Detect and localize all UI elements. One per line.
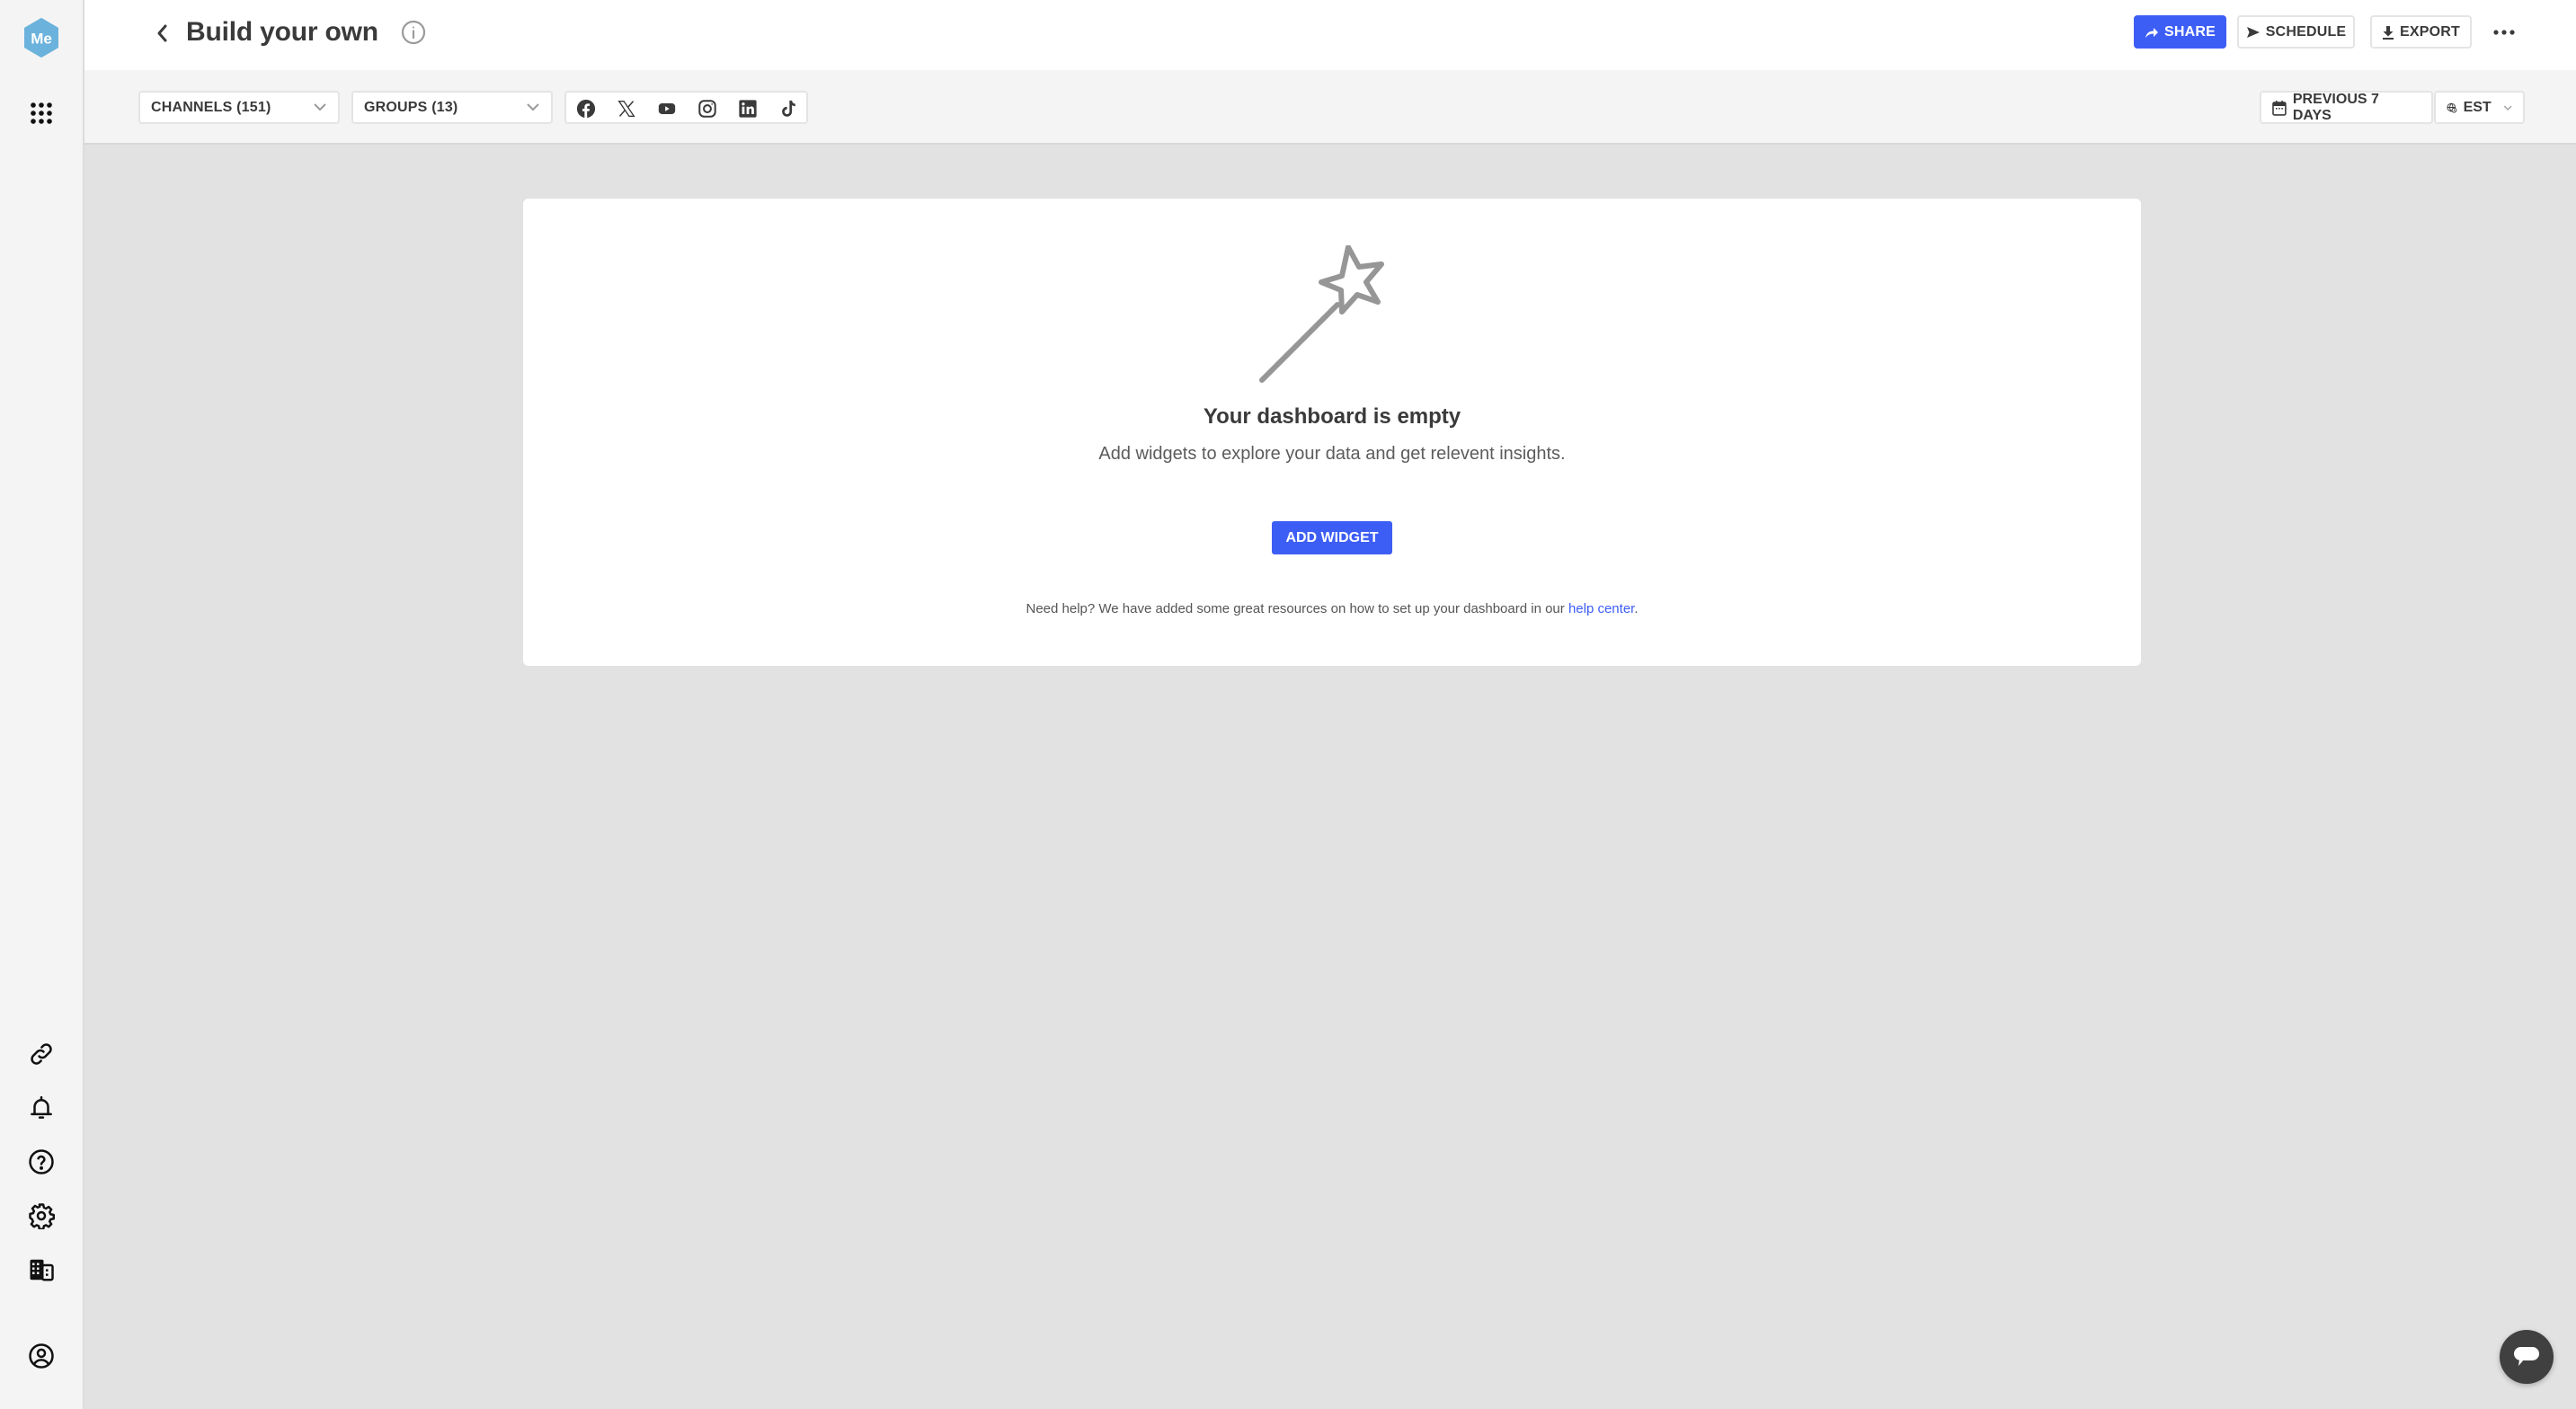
info-button[interactable]: [401, 20, 426, 45]
sidebar-item-apps[interactable]: [0, 91, 83, 136]
facebook-icon: [576, 99, 596, 119]
page-header: Build your own SHARE SCHEDULE EXPORT: [84, 0, 2576, 70]
youtube-icon: [658, 103, 676, 114]
more-options-button[interactable]: [2486, 18, 2522, 47]
back-button[interactable]: [149, 18, 176, 49]
add-widget-button[interactable]: ADD WIDGET: [1272, 521, 1392, 554]
empty-dashboard-card: Your dashboard is empty Add widgets to e…: [523, 199, 2141, 666]
network-youtube[interactable]: [656, 98, 678, 120]
channels-label: CHANNELS (151): [151, 99, 271, 115]
user-circle-icon: [29, 1343, 54, 1369]
x-twitter-icon: [617, 101, 635, 117]
sidebar-item-links[interactable]: [0, 1032, 83, 1077]
calendar-icon: [2272, 100, 2287, 116]
magic-wand-icon: [1259, 245, 1384, 383]
link-icon: [31, 1043, 52, 1065]
share-button[interactable]: SHARE: [2134, 15, 2226, 49]
sidebar: Me: [0, 0, 84, 1409]
help-text-prefix: Need help? We have added some great reso…: [1026, 601, 1568, 616]
date-range-label: PREVIOUS 7 DAYS: [2292, 91, 2379, 123]
network-facebook[interactable]: [575, 98, 597, 120]
network-tiktok[interactable]: [777, 98, 799, 120]
linkedin-icon: [739, 100, 757, 118]
export-label: EXPORT: [2400, 23, 2460, 40]
help-text: Need help? We have added some great reso…: [523, 601, 2141, 616]
app-logo[interactable]: Me: [0, 15, 83, 60]
building-icon: [30, 1259, 54, 1281]
filter-bar: CHANNELS (151) GROUPS (13) PREVIOUS 7 DA…: [84, 70, 2576, 145]
logo-hexagon-icon: Me: [24, 18, 58, 58]
export-button[interactable]: EXPORT: [2370, 15, 2472, 49]
more-horizontal-icon: [2493, 30, 2515, 35]
chevron-left-icon: [157, 24, 167, 42]
info-icon: [401, 20, 426, 45]
timezone-label: EST: [2463, 99, 2492, 115]
sidebar-item-organization[interactable]: [0, 1247, 83, 1292]
channels-dropdown[interactable]: CHANNELS (151): [138, 91, 340, 124]
schedule-label: SCHEDULE: [2265, 23, 2347, 40]
network-linkedin[interactable]: [737, 98, 759, 120]
empty-state-subtitle: Add widgets to explore your data and get…: [1098, 444, 1566, 464]
sidebar-item-help[interactable]: [0, 1139, 83, 1184]
page-title: Build your own: [186, 17, 378, 47]
tiktok-icon: [782, 100, 795, 117]
instagram-icon: [698, 100, 716, 118]
groups-label: GROUPS (13): [364, 99, 458, 115]
grid-icon: [31, 102, 52, 124]
bell-icon: [31, 1095, 52, 1119]
chevron-down-icon: [314, 103, 326, 111]
date-range-button[interactable]: PREVIOUS 7 DAYS: [2260, 91, 2433, 124]
empty-state-title: Your dashboard is empty: [1203, 404, 1461, 429]
globe-clock-icon: [2447, 102, 2457, 113]
schedule-button[interactable]: SCHEDULE: [2237, 15, 2355, 49]
network-x[interactable]: [616, 98, 637, 120]
sidebar-item-profile[interactable]: [0, 1334, 83, 1378]
network-instagram[interactable]: [697, 98, 718, 120]
chat-bubble-icon: [2514, 1347, 2539, 1366]
chevron-down-icon: [527, 103, 539, 111]
sidebar-item-settings[interactable]: [0, 1193, 83, 1238]
sidebar-item-notifications[interactable]: [0, 1086, 83, 1130]
timezone-dropdown[interactable]: EST: [2434, 91, 2525, 124]
chat-launcher-button[interactable]: [2500, 1330, 2554, 1384]
help-text-suffix: .: [1634, 601, 1639, 616]
help-circle-icon: [29, 1149, 54, 1174]
groups-dropdown[interactable]: GROUPS (13): [351, 91, 553, 124]
chevron-down-icon: [2503, 105, 2512, 111]
share-arrow-icon: [2145, 27, 2158, 38]
share-label: SHARE: [2163, 23, 2216, 40]
download-icon: [2383, 25, 2394, 40]
help-center-link[interactable]: help center: [1568, 601, 1634, 616]
network-filter: [564, 91, 808, 124]
svg-text:Me: Me: [31, 31, 52, 48]
send-icon: [2246, 26, 2260, 38]
gear-icon: [29, 1203, 55, 1229]
